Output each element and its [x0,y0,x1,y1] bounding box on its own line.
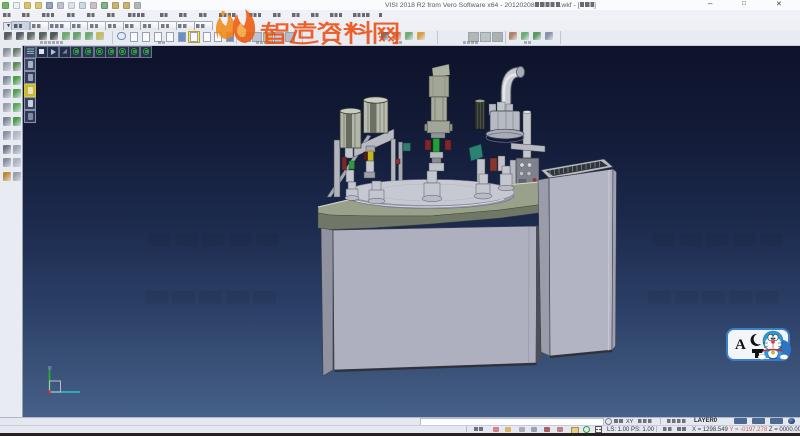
svg-text:A: A [735,337,746,353]
